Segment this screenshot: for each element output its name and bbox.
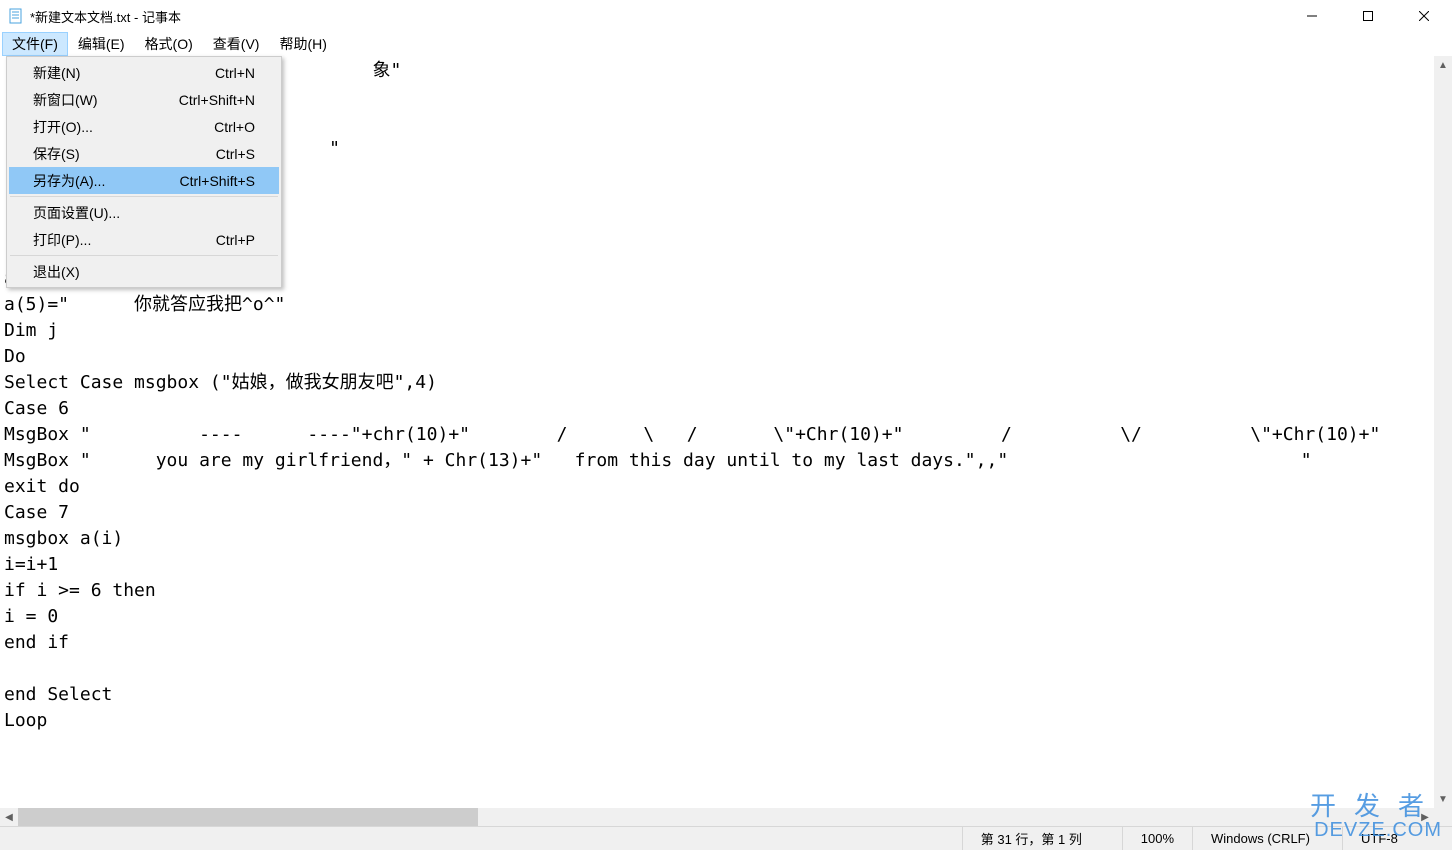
- scroll-down-icon[interactable]: ▼: [1434, 790, 1452, 808]
- status-encoding: UTF-8: [1342, 827, 1452, 850]
- menu-save-label: 保存(S): [33, 144, 80, 164]
- menu-page-setup-label: 页面设置(U)...: [33, 203, 120, 223]
- maximize-button[interactable]: [1340, 0, 1396, 32]
- menu-print[interactable]: 打印(P)... Ctrl+P: [9, 226, 279, 253]
- vertical-scrollbar[interactable]: ▲ ▼: [1434, 56, 1452, 808]
- titlebar: *新建文本文档.txt - 记事本: [0, 0, 1452, 32]
- statusbar: 第 31 行，第 1 列 100% Windows (CRLF) UTF-8: [0, 826, 1452, 850]
- menu-save-shortcut: Ctrl+S: [216, 146, 255, 162]
- menu-open-shortcut: Ctrl+O: [214, 119, 255, 135]
- menu-save-as-shortcut: Ctrl+Shift+S: [180, 173, 255, 189]
- menu-page-setup[interactable]: 页面设置(U)...: [9, 199, 279, 226]
- menu-open[interactable]: 打开(O)... Ctrl+O: [9, 113, 279, 140]
- menu-new-window-label: 新窗口(W): [33, 90, 98, 110]
- menu-save-as-label: 另存为(A)...: [33, 171, 105, 191]
- status-position: 第 31 行，第 1 列: [962, 827, 1122, 850]
- menu-new-window-shortcut: Ctrl+Shift+N: [179, 92, 255, 108]
- menu-separator: [10, 255, 278, 256]
- status-line-ending: Windows (CRLF): [1192, 827, 1342, 850]
- menu-help[interactable]: 帮助(H): [269, 32, 336, 56]
- menu-save[interactable]: 保存(S) Ctrl+S: [9, 140, 279, 167]
- hscroll-track[interactable]: [18, 808, 1416, 826]
- menu-new-window[interactable]: 新窗口(W) Ctrl+Shift+N: [9, 86, 279, 113]
- menu-save-as[interactable]: 另存为(A)... Ctrl+Shift+S: [9, 167, 279, 194]
- menu-new-shortcut: Ctrl+N: [215, 65, 255, 81]
- hscroll-thumb[interactable]: [18, 808, 478, 826]
- menu-view[interactable]: 查看(V): [203, 32, 270, 56]
- menu-print-label: 打印(P)...: [33, 230, 91, 250]
- window-title: *新建文本文档.txt - 记事本: [30, 7, 1284, 26]
- menu-format[interactable]: 格式(O): [135, 32, 203, 56]
- scroll-corner: [1434, 808, 1452, 826]
- menu-print-shortcut: Ctrl+P: [216, 232, 255, 248]
- app-icon: [8, 8, 24, 24]
- scroll-up-icon[interactable]: ▲: [1434, 56, 1452, 74]
- menu-file[interactable]: 文件(F): [2, 32, 68, 56]
- menu-separator: [10, 196, 278, 197]
- status-zoom: 100%: [1122, 827, 1192, 850]
- minimize-button[interactable]: [1284, 0, 1340, 32]
- menu-exit[interactable]: 退出(X): [9, 258, 279, 285]
- menu-edit[interactable]: 编辑(E): [68, 32, 135, 56]
- menu-new[interactable]: 新建(N) Ctrl+N: [9, 59, 279, 86]
- close-button[interactable]: [1396, 0, 1452, 32]
- scroll-left-icon[interactable]: ◀: [0, 808, 18, 826]
- menu-exit-label: 退出(X): [33, 262, 80, 282]
- window-controls: [1284, 0, 1452, 32]
- menubar: 文件(F) 编辑(E) 格式(O) 查看(V) 帮助(H): [0, 32, 1452, 56]
- scroll-right-icon[interactable]: ▶: [1416, 808, 1434, 826]
- horizontal-scrollbar[interactable]: ◀ ▶: [0, 808, 1434, 826]
- menu-open-label: 打开(O)...: [33, 117, 93, 137]
- menu-new-label: 新建(N): [33, 63, 80, 83]
- file-menu-dropdown: 新建(N) Ctrl+N 新窗口(W) Ctrl+Shift+N 打开(O)..…: [6, 56, 282, 288]
